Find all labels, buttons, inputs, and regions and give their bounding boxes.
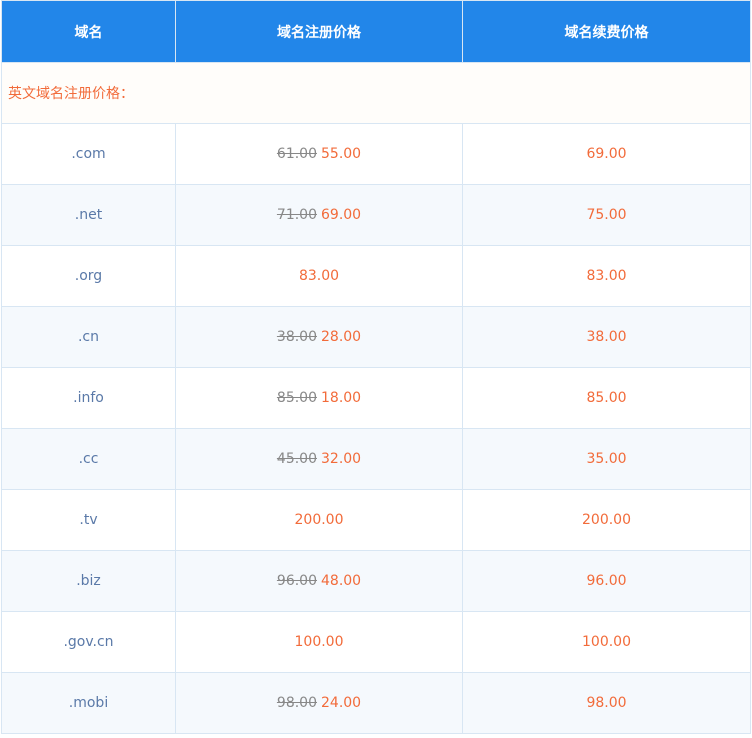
- original-price: 96.00: [276, 573, 317, 589]
- tld-cell: .cc: [1, 428, 176, 490]
- tld-name: .org: [74, 268, 103, 284]
- tld-name: .cc: [78, 451, 99, 467]
- register-price-cell: 85.00 18.00: [175, 367, 463, 429]
- renew-price: 38.00: [586, 329, 627, 345]
- table-row: .cn 38.00 28.00 38.00: [1, 306, 751, 368]
- original-price: 98.00: [276, 695, 317, 711]
- table-body: 英文域名注册价格： .com 61.00 55.00 69.00 .net 71.00 69…: [1, 62, 751, 734]
- header-renew-price: 域名续费价格: [462, 0, 751, 63]
- tld-name: .mobi: [68, 695, 109, 711]
- table-row: .tv 200.00 200.00: [1, 489, 751, 551]
- register-price-cell: 45.00 32.00: [175, 428, 463, 490]
- renew-price: 200.00: [582, 512, 631, 528]
- tld-name: .cn: [77, 329, 100, 345]
- renew-price-cell: 35.00: [462, 428, 751, 490]
- renew-price-cell: 98.00: [462, 672, 751, 734]
- table-row: .biz 96.00 48.00 96.00: [1, 550, 751, 612]
- register-price: 55.00: [321, 146, 362, 162]
- renew-price-cell: 96.00: [462, 550, 751, 612]
- renew-price-cell: 38.00: [462, 306, 751, 368]
- tld-cell: .biz: [1, 550, 176, 612]
- tld-cell: .mobi: [1, 672, 176, 734]
- tld-cell: .tv: [1, 489, 176, 551]
- tld-cell: .info: [1, 367, 176, 429]
- register-price: 69.00: [321, 207, 362, 223]
- header-domain: 域名: [1, 0, 176, 63]
- table-row: .info 85.00 18.00 85.00: [1, 367, 751, 429]
- register-price: 24.00: [321, 695, 362, 711]
- renew-price: 96.00: [586, 573, 627, 589]
- domain-price-table: 域名 域名注册价格 域名续费价格 英文域名注册价格： .com 61.00 55.0…: [1, 0, 751, 734]
- register-price-cell: 71.00 69.00: [175, 184, 463, 246]
- register-price-cell: 98.00 24.00: [175, 672, 463, 734]
- table-row: .cc 45.00 32.00 35.00: [1, 428, 751, 490]
- section-label: 英文域名注册价格：: [1, 62, 751, 124]
- register-price-cell: 61.00 55.00: [175, 123, 463, 185]
- original-price: 61.00: [276, 146, 317, 162]
- tld-name: .biz: [76, 573, 101, 589]
- register-price-cell: 83.00: [175, 245, 463, 307]
- tld-name: .net: [74, 207, 103, 223]
- header-register-price: 域名注册价格: [175, 0, 463, 63]
- price-table-container: 域名 域名注册价格 域名续费价格 英文域名注册价格： .com 61.00 55.0…: [1, 0, 751, 734]
- register-price-cell: 100.00: [175, 611, 463, 673]
- original-price: 38.00: [276, 329, 317, 345]
- renew-price: 85.00: [586, 390, 627, 406]
- table-header-row: 域名 域名注册价格 域名续费价格: [1, 0, 751, 63]
- renew-price-cell: 69.00: [462, 123, 751, 185]
- table-row: .org 83.00 83.00: [1, 245, 751, 307]
- tld-cell: .org: [1, 245, 176, 307]
- original-price: 85.00: [276, 390, 317, 406]
- renew-price: 75.00: [586, 207, 627, 223]
- register-price: 100.00: [294, 634, 344, 650]
- renew-price-cell: 83.00: [462, 245, 751, 307]
- table-row: .gov.cn 100.00 100.00: [1, 611, 751, 673]
- register-price-cell: 38.00 28.00: [175, 306, 463, 368]
- section-row: 英文域名注册价格：: [1, 62, 751, 124]
- tld-name: .com: [71, 146, 106, 162]
- tld-cell: .cn: [1, 306, 176, 368]
- renew-price: 98.00: [586, 695, 627, 711]
- renew-price: 83.00: [586, 268, 627, 284]
- table-row: .mobi 98.00 24.00 98.00: [1, 672, 751, 734]
- renew-price-cell: 75.00: [462, 184, 751, 246]
- register-price: 83.00: [298, 268, 340, 284]
- tld-cell: .com: [1, 123, 176, 185]
- register-price: 200.00: [294, 512, 344, 528]
- register-price: 32.00: [321, 451, 362, 467]
- renew-price: 100.00: [582, 634, 631, 650]
- register-price: 48.00: [321, 573, 362, 589]
- tld-name: .info: [73, 390, 104, 406]
- renew-price-cell: 85.00: [462, 367, 751, 429]
- original-price: 45.00: [276, 451, 317, 467]
- renew-price-cell: 100.00: [462, 611, 751, 673]
- tld-name: .gov.cn: [63, 634, 114, 650]
- tld-cell: .net: [1, 184, 176, 246]
- register-price: 18.00: [321, 390, 362, 406]
- original-price: 71.00: [276, 207, 317, 223]
- renew-price: 69.00: [586, 146, 627, 162]
- register-price-cell: 96.00 48.00: [175, 550, 463, 612]
- renew-price: 35.00: [586, 451, 627, 467]
- register-price: 28.00: [321, 329, 362, 345]
- renew-price-cell: 200.00: [462, 489, 751, 551]
- tld-cell: .gov.cn: [1, 611, 176, 673]
- tld-name: .tv: [79, 512, 98, 528]
- register-price-cell: 200.00: [175, 489, 463, 551]
- table-row: .net 71.00 69.00 75.00: [1, 184, 751, 246]
- table-row: .com 61.00 55.00 69.00: [1, 123, 751, 185]
